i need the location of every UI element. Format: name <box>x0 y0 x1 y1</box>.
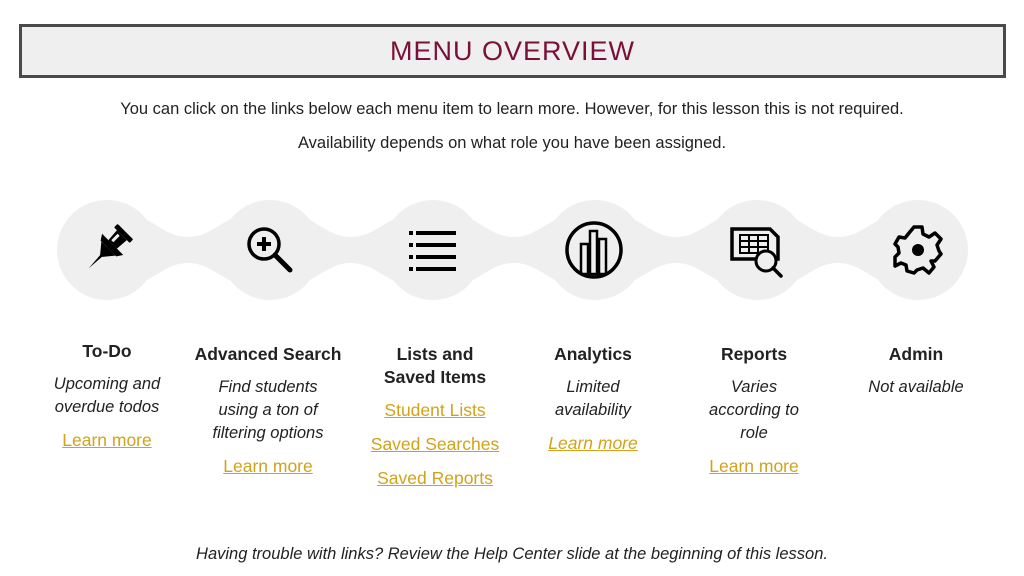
menu-item-title: Admin <box>888 344 944 364</box>
menu-item-title: Advanced Search <box>194 344 342 364</box>
menu-icon-track <box>57 200 968 300</box>
saved-reports-link[interactable]: Saved Reports <box>360 467 510 489</box>
menu-item-title: Reports <box>720 344 788 364</box>
reports-learn-more-link[interactable]: Learn more <box>679 455 829 477</box>
todo-learn-more-link[interactable]: Learn more <box>32 429 182 451</box>
menu-item-analytics: Analytics Limited availability Learn mor… <box>518 343 668 454</box>
gear-icon <box>883 215 953 285</box>
menu-item-lists: Lists and Saved Items Student Lists Save… <box>360 343 510 489</box>
menu-item-advanced-search: Advanced Search Find students using a to… <box>193 343 343 477</box>
menu-item-todo: To-Do Upcoming and overdue todos Learn m… <box>32 340 182 451</box>
pushpin-icon <box>72 215 142 285</box>
zoom-in-search-icon <box>235 215 305 285</box>
bar-chart-circle-icon <box>559 215 629 285</box>
menu-item-admin: Admin Not available <box>841 343 991 399</box>
menu-item-title: To-Do <box>82 341 132 361</box>
title-banner: MENU OVERVIEW <box>19 24 1006 78</box>
menu-item-description: Upcoming and overdue todos <box>53 375 161 416</box>
report-search-icon <box>722 215 792 285</box>
help-center-note: Having trouble with links? Review the He… <box>196 545 828 563</box>
availability-note: Availability depends on what role you ha… <box>297 134 727 152</box>
list-icon <box>398 215 468 285</box>
menu-item-reports: Reports Varies according to role Learn m… <box>679 343 829 477</box>
intro-text: You can click on the links below each me… <box>120 100 904 118</box>
student-lists-link[interactable]: Student Lists <box>360 399 510 421</box>
advanced-search-learn-more-link[interactable]: Learn more <box>193 455 343 477</box>
blob-connector <box>107 210 918 290</box>
menu-item-description: Find students using a ton of filtering o… <box>212 378 324 442</box>
page-title: MENU OVERVIEW <box>389 35 636 66</box>
menu-item-description: Limited availability <box>554 378 632 419</box>
analytics-learn-more-link[interactable]: Learn more <box>518 432 668 454</box>
menu-item-title: Analytics <box>554 344 632 364</box>
saved-searches-link[interactable]: Saved Searches <box>360 433 510 455</box>
menu-item-title: Lists and Saved Items <box>383 344 487 387</box>
menu-item-description: Not available <box>868 378 964 396</box>
menu-item-description: Varies according to role <box>709 378 799 442</box>
blob-shapes <box>57 200 968 300</box>
